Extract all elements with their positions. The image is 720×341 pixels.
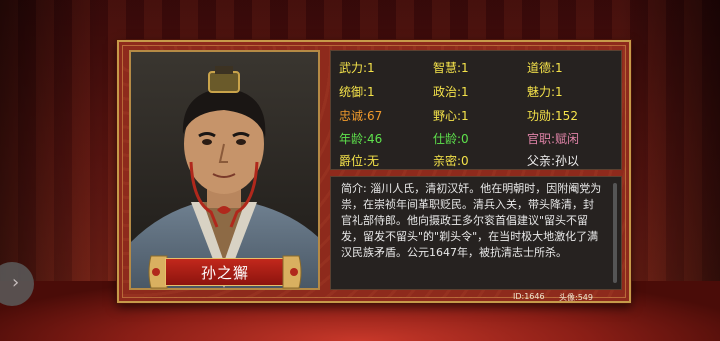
- name-plate: 孙之獬: [165, 258, 285, 286]
- bio-text: 简介: 淄川人氏，清初汉奸。他在明朝时，因附阉党为祟，在崇祯年间革职贬民。清兵入…: [341, 182, 602, 259]
- bio-box[interactable]: 简介: 淄川人氏，清初汉奸。他在明朝时，因附阉党为祟，在崇祯年间革职贬民。清兵入…: [330, 176, 622, 290]
- stats-box: 武力:1 智慧:1 道德:1 统御:1 政治:1 魅力:1 忠诚:67 野心:1…: [330, 50, 622, 170]
- stat-wuli: 武力:1: [339, 61, 375, 75]
- character-id: ID:1646: [513, 292, 545, 301]
- stat-nianling: 年龄:46: [339, 132, 383, 146]
- portrait-number: 头像:549: [559, 293, 593, 302]
- stat-yexin: 野心:1: [433, 109, 469, 123]
- character-info-panel: 孙之獬 武力:1 智慧:1 道德:1 统御:1 政治:1 魅力:1 忠诚:67 …: [117, 40, 631, 303]
- stat-shiling: 仕龄:0: [433, 132, 469, 146]
- stat-fuqin: 父亲:孙以: [527, 154, 580, 168]
- character-name: 孙之獬: [200, 263, 249, 282]
- stat-gongxun: 功勋:152: [527, 109, 578, 123]
- bio-scrollbar[interactable]: [613, 183, 617, 283]
- stat-zhengzhi: 政治:1: [433, 85, 469, 99]
- stat-tongyu: 统御:1: [339, 85, 375, 99]
- stat-guanzhi: 官职:赋闲: [527, 132, 580, 146]
- stat-zhihui: 智慧:1: [433, 61, 469, 75]
- scroll-right-ornament: [282, 255, 302, 289]
- stat-qinmi: 亲密:0: [433, 154, 469, 168]
- stat-meili: 魅力:1: [527, 85, 563, 99]
- stat-zhongcheng: 忠诚:67: [339, 109, 383, 123]
- name-plaque: 孙之獬: [147, 254, 303, 290]
- stat-daode: 道德:1: [527, 61, 563, 75]
- portrait-image: [131, 52, 318, 288]
- stat-juewei: 爵位:无: [339, 154, 380, 168]
